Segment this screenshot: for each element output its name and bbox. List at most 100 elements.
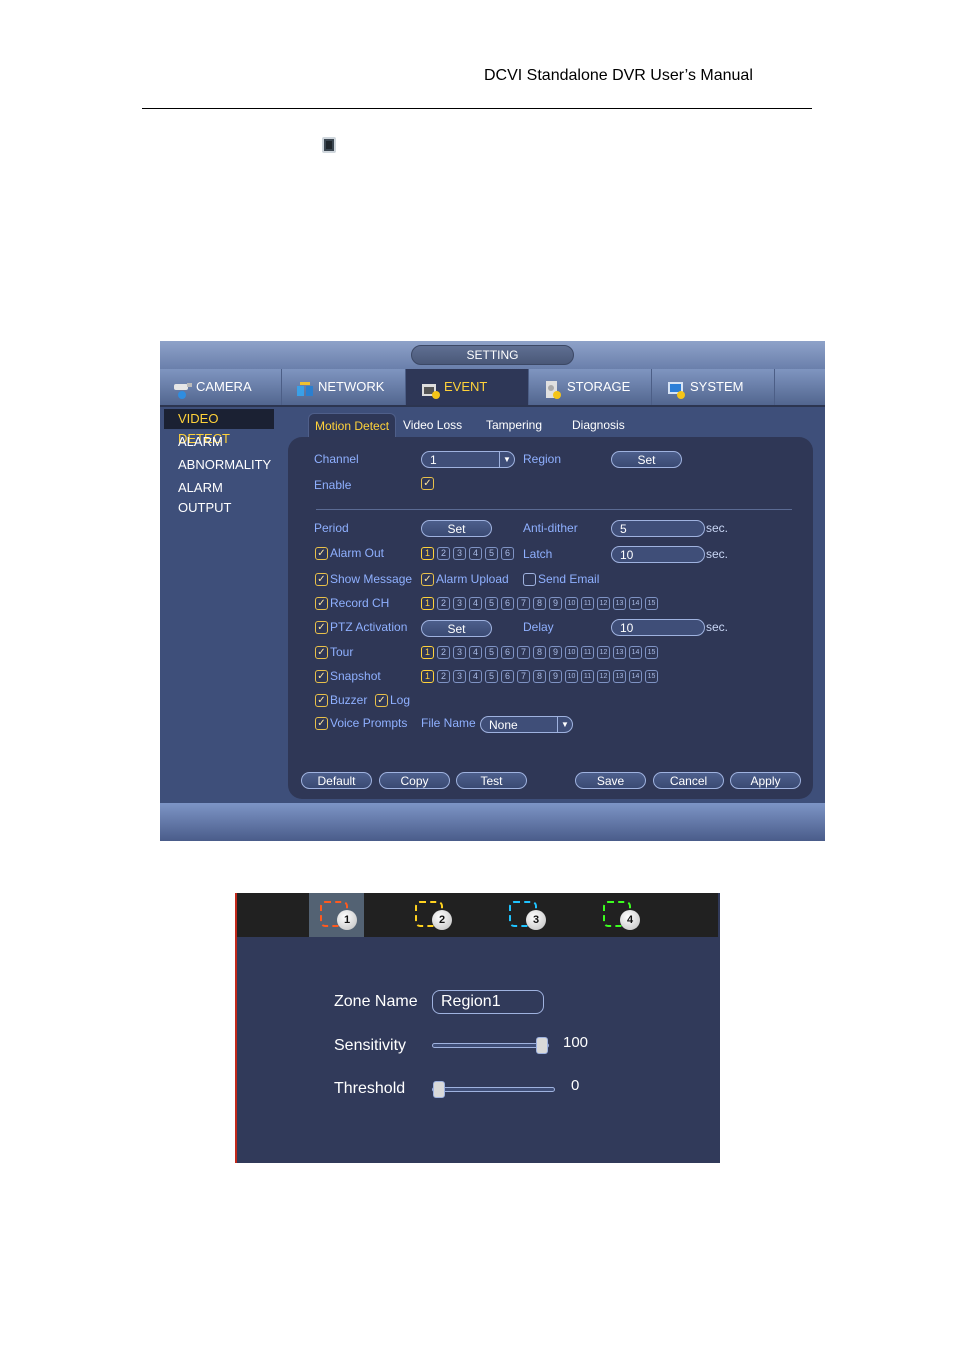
log-option[interactable]: ✓ Log <box>375 693 410 707</box>
channel-toggle-13[interactable]: 13 <box>613 646 626 659</box>
tour-checkbox[interactable]: ✓ <box>315 645 328 659</box>
voice-prompts-checkbox[interactable]: ✓ <box>315 716 328 730</box>
channel-toggle-7[interactable]: 7 <box>517 646 530 659</box>
default-button[interactable]: Default <box>301 772 372 789</box>
channel-toggle-15[interactable]: 15 <box>645 597 658 610</box>
channel-toggle-1[interactable]: 1 <box>421 547 434 560</box>
copy-button[interactable]: Copy <box>379 772 450 789</box>
channel-toggle-10[interactable]: 10 <box>565 597 578 610</box>
sidebar-item-alarm[interactable]: ALARM <box>164 432 274 452</box>
sidebar-item-video-detect[interactable]: VIDEO DETECT <box>164 409 274 446</box>
channel-toggle-13[interactable]: 13 <box>613 597 626 610</box>
send-email-option[interactable]: Send Email <box>523 572 599 586</box>
tab-motion-detect[interactable]: Motion Detect <box>308 413 397 438</box>
channel-toggle-4[interactable]: 4 <box>469 670 482 683</box>
channel-toggle-2[interactable]: 2 <box>437 547 450 560</box>
channel-toggle-6[interactable]: 6 <box>501 670 514 683</box>
tab-diagnosis[interactable]: Diagnosis <box>566 413 631 437</box>
channel-toggle-3[interactable]: 3 <box>453 646 466 659</box>
channel-toggle-2[interactable]: 2 <box>437 670 450 683</box>
save-button[interactable]: Save <box>575 772 646 789</box>
channel-toggle-5[interactable]: 5 <box>485 597 498 610</box>
channel-toggle-14[interactable]: 14 <box>629 670 642 683</box>
channel-toggle-15[interactable]: 15 <box>645 670 658 683</box>
channel-toggle-11[interactable]: 11 <box>581 597 594 610</box>
channel-toggle-3[interactable]: 3 <box>453 597 466 610</box>
channel-toggle-9[interactable]: 9 <box>549 597 562 610</box>
delay-input[interactable]: 10 <box>611 619 705 636</box>
sensitivity-slider[interactable] <box>432 1037 549 1054</box>
sidebar-item-alarm-output[interactable]: ALARM OUTPUT <box>164 478 274 515</box>
channel-toggle-14[interactable]: 14 <box>629 646 642 659</box>
snapshot-checkbox[interactable]: ✓ <box>315 669 328 683</box>
channel-toggle-3[interactable]: 3 <box>453 547 466 560</box>
channel-toggle-1[interactable]: 1 <box>421 646 434 659</box>
nav-tab-network[interactable]: NETWORK <box>282 369 406 405</box>
region-set-button[interactable]: Set <box>611 451 682 468</box>
voice-prompts-option[interactable]: ✓ Voice Prompts <box>315 716 407 730</box>
sidebar-item-abnormality[interactable]: ABNORMALITY <box>164 455 274 475</box>
channel-select[interactable]: 1 ▼ <box>421 451 515 468</box>
threshold-slider[interactable] <box>432 1081 555 1098</box>
nav-tab-storage[interactable]: STORAGE <box>529 369 652 405</box>
channel-toggle-1[interactable]: 1 <box>421 670 434 683</box>
record-ch-checkbox[interactable]: ✓ <box>315 596 328 610</box>
channel-toggle-5[interactable]: 5 <box>485 646 498 659</box>
channel-toggle-4[interactable]: 4 <box>469 597 482 610</box>
channel-toggle-10[interactable]: 10 <box>565 646 578 659</box>
latch-input[interactable]: 10 <box>611 546 705 563</box>
threshold-slider-thumb[interactable] <box>433 1081 445 1098</box>
tab-tampering[interactable]: Tampering <box>480 413 548 437</box>
send-email-checkbox[interactable] <box>523 572 536 586</box>
alarm-out-option[interactable]: ✓ Alarm Out <box>315 546 384 560</box>
channel-toggle-6[interactable]: 6 <box>501 597 514 610</box>
channel-toggle-7[interactable]: 7 <box>517 670 530 683</box>
zone-name-input[interactable]: Region1 <box>432 990 544 1014</box>
channel-toggle-6[interactable]: 6 <box>501 547 514 560</box>
nav-tab-system[interactable]: SYSTEM <box>652 369 775 405</box>
channel-toggle-11[interactable]: 11 <box>581 670 594 683</box>
test-button[interactable]: Test <box>456 772 527 789</box>
channel-toggle-12[interactable]: 12 <box>597 670 610 683</box>
antidither-input[interactable]: 5 <box>611 520 705 537</box>
show-message-option[interactable]: ✓ Show Message <box>315 572 412 586</box>
alarm-out-checkbox[interactable]: ✓ <box>315 546 328 560</box>
alarm-upload-checkbox[interactable]: ✓ <box>421 572 434 586</box>
channel-toggle-5[interactable]: 5 <box>485 670 498 683</box>
channel-toggle-2[interactable]: 2 <box>437 597 450 610</box>
file-name-select[interactable]: None ▼ <box>480 716 573 733</box>
channel-toggle-9[interactable]: 9 <box>549 646 562 659</box>
channel-toggle-7[interactable]: 7 <box>517 597 530 610</box>
alarm-upload-option[interactable]: ✓ Alarm Upload <box>421 572 509 586</box>
channel-toggle-5[interactable]: 5 <box>485 547 498 560</box>
channel-toggle-4[interactable]: 4 <box>469 547 482 560</box>
snapshot-option[interactable]: ✓ Snapshot <box>315 669 381 683</box>
channel-toggle-4[interactable]: 4 <box>469 646 482 659</box>
period-set-button[interactable]: Set <box>421 520 492 537</box>
record-ch-option[interactable]: ✓ Record CH <box>315 596 389 610</box>
channel-toggle-12[interactable]: 12 <box>597 646 610 659</box>
nav-tab-event[interactable]: EVENT <box>406 369 529 405</box>
enable-checkbox[interactable]: ✓ <box>421 477 434 490</box>
ptz-set-button[interactable]: Set <box>421 620 492 637</box>
tab-video-loss[interactable]: Video Loss <box>397 413 468 437</box>
channel-toggle-10[interactable]: 10 <box>565 670 578 683</box>
show-message-checkbox[interactable]: ✓ <box>315 572 328 586</box>
sensitivity-slider-thumb[interactable] <box>536 1037 548 1054</box>
channel-toggle-8[interactable]: 8 <box>533 646 546 659</box>
buzzer-option[interactable]: ✓ Buzzer <box>315 693 367 707</box>
channel-toggle-8[interactable]: 8 <box>533 670 546 683</box>
channel-toggle-8[interactable]: 8 <box>533 597 546 610</box>
channel-toggle-1[interactable]: 1 <box>421 597 434 610</box>
channel-toggle-12[interactable]: 12 <box>597 597 610 610</box>
tour-option[interactable]: ✓ Tour <box>315 645 353 659</box>
channel-toggle-14[interactable]: 14 <box>629 597 642 610</box>
apply-button[interactable]: Apply <box>730 772 801 789</box>
channel-toggle-3[interactable]: 3 <box>453 670 466 683</box>
buzzer-checkbox[interactable]: ✓ <box>315 693 328 707</box>
channel-toggle-6[interactable]: 6 <box>501 646 514 659</box>
channel-toggle-9[interactable]: 9 <box>549 670 562 683</box>
channel-toggle-15[interactable]: 15 <box>645 646 658 659</box>
channel-toggle-11[interactable]: 11 <box>581 646 594 659</box>
ptz-checkbox[interactable]: ✓ <box>315 620 328 634</box>
